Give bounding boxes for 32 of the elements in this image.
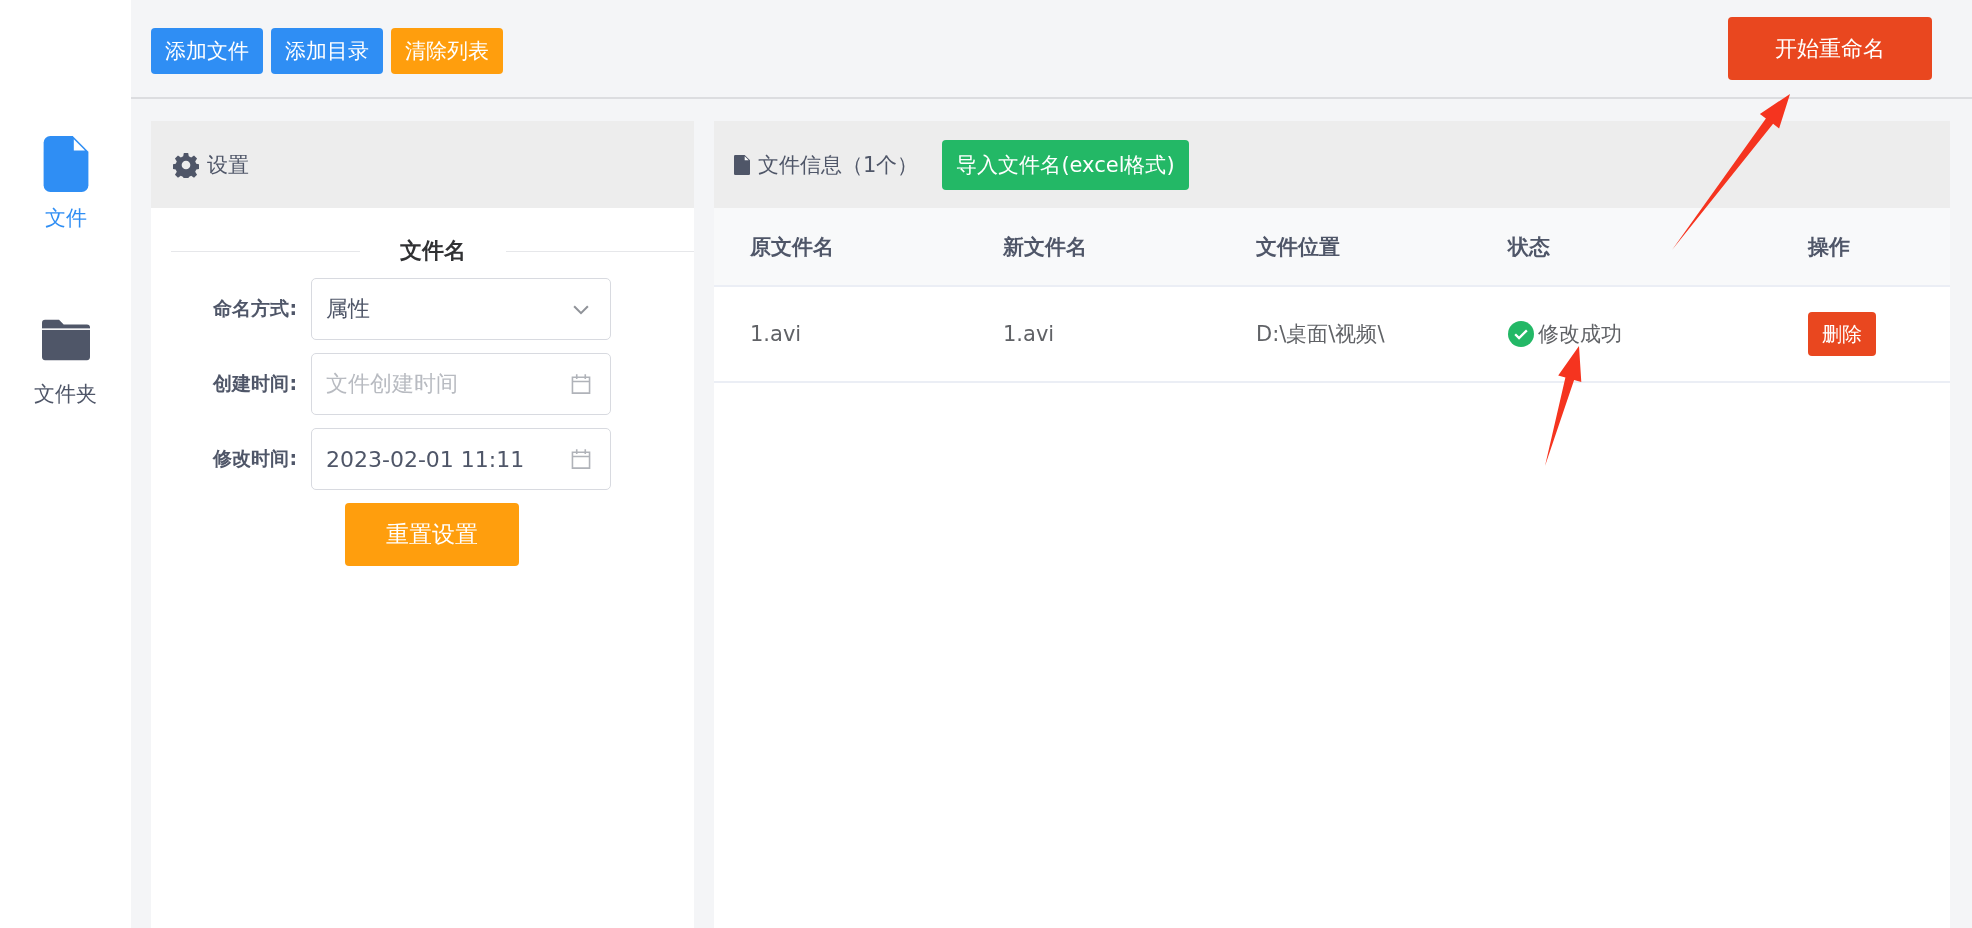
- sidebar-item[interactable]: 文件: [41, 136, 90, 232]
- start-rename-button[interactable]: 开始重命名: [1728, 17, 1932, 80]
- select-field[interactable]: 属性: [311, 278, 611, 340]
- panel-title: 设置: [207, 151, 249, 179]
- import-button[interactable]: 导入文件名(excel格式): [942, 139, 1189, 190]
- calendar-icon: [570, 448, 592, 470]
- reset-settings-button[interactable]: 重置设置: [345, 503, 519, 566]
- delete-button[interactable]: 删除: [1808, 312, 1876, 356]
- table-cell-text: D:\桌面\视频\: [1256, 321, 1386, 348]
- sidebar-item[interactable]: 文件夹: [34, 312, 97, 408]
- toolbar-button[interactable]: 添加目录: [271, 28, 383, 74]
- document-icon: [41, 136, 90, 192]
- field-label: 修改时间:: [211, 446, 298, 471]
- table-cell-text: 1.avi: [1003, 322, 1056, 346]
- date-field[interactable]: 2023-02-01 11:11: [311, 428, 611, 490]
- status-text: 修改成功: [1538, 321, 1622, 348]
- field-label: 创建时间:: [211, 371, 298, 396]
- document-icon: [734, 154, 750, 175]
- calendar-icon: [570, 373, 592, 395]
- toolbar-button[interactable]: 清除列表: [391, 28, 503, 74]
- field-label: 命名方式:: [212, 296, 298, 321]
- date-field[interactable]: 文件创建时间: [311, 353, 611, 415]
- column-header: 文件位置: [1256, 233, 1341, 261]
- panel-title: 文件信息（1个）: [758, 151, 919, 179]
- column-header: 新文件名: [1003, 233, 1088, 261]
- table-cell-text: 1.avi: [750, 322, 803, 346]
- toolbar-button[interactable]: 添加文件: [151, 28, 263, 74]
- settings-icon: [173, 151, 199, 178]
- column-header: 原文件名: [750, 233, 835, 261]
- section-title: 文件名: [398, 237, 467, 265]
- column-header: 操作: [1808, 233, 1851, 261]
- column-header: 状态: [1508, 233, 1551, 261]
